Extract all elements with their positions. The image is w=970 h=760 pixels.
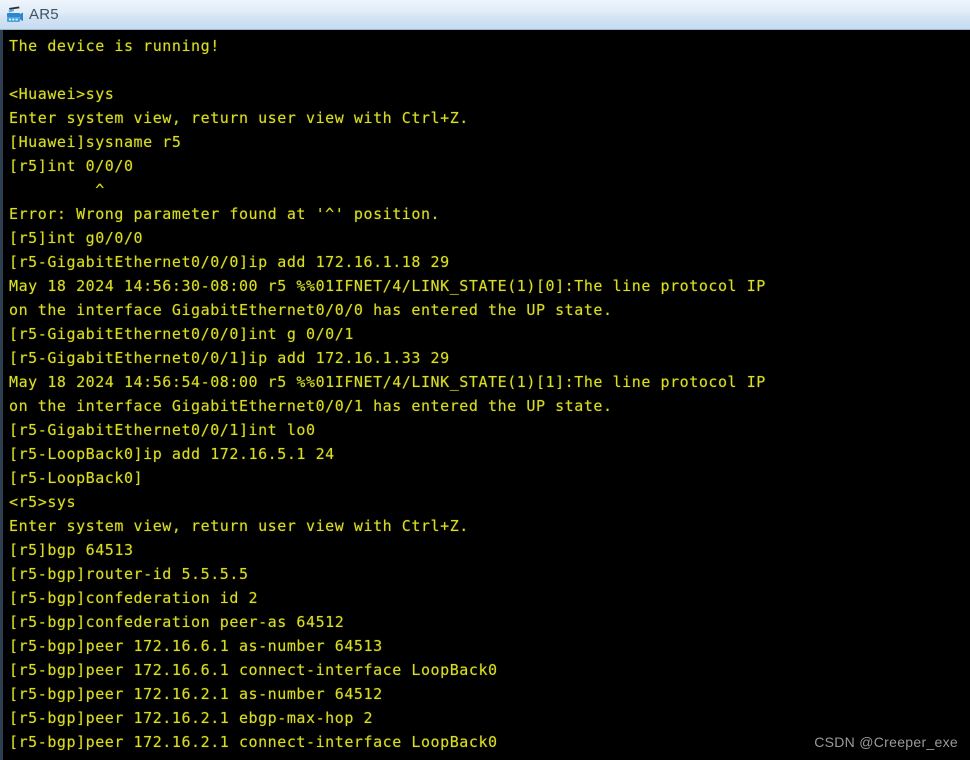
terminal-line: [r5-LoopBack0]ip add 172.16.5.1 24 <box>9 445 335 463</box>
terminal-line: <Huawei>sys <box>9 85 115 103</box>
window-titlebar: AR5 <box>0 0 970 30</box>
terminal-line: on the interface GigabitEthernet0/0/1 ha… <box>9 397 613 415</box>
terminal-line: [Huawei]sysname r5 <box>9 133 182 151</box>
ar5-console-window: AR5 The device is running! <Huawei>sys En… <box>0 0 970 760</box>
terminal-line: Enter system view, return user view with… <box>9 517 469 535</box>
terminal-line: [r5-bgp]peer 172.16.6.1 connect-interfac… <box>9 661 498 679</box>
terminal-line: [r5-bgp]confederation id 2 <box>9 589 259 607</box>
terminal-line: on the interface GigabitEthernet0/0/0 ha… <box>9 301 613 319</box>
terminal-line: [r5-GigabitEthernet0/0/1]ip add 172.16.1… <box>9 349 450 367</box>
terminal-line: [r5]int g0/0/0 <box>9 229 144 247</box>
terminal-line: [r5-bgp]peer 172.16.2.1 connect-interfac… <box>9 733 498 751</box>
terminal-line: ^ <box>9 181 105 199</box>
terminal-line: [r5-bgp]peer 172.16.2.1 as-number 64512 <box>9 685 383 703</box>
terminal-line: [r5-GigabitEthernet0/0/0]ip add 172.16.1… <box>9 253 450 271</box>
terminal-output[interactable]: The device is running! <Huawei>sys Enter … <box>3 30 970 760</box>
terminal-line: May 18 2024 14:56:30-08:00 r5 %%01IFNET/… <box>9 277 766 295</box>
terminal-line: <r5>sys <box>9 493 77 511</box>
terminal-line: The device is running! <box>9 37 220 55</box>
terminal-line: [r5-bgp]peer 172.16.6.1 as-number 64513 <box>9 637 383 655</box>
router-device-icon <box>4 4 26 26</box>
terminal-line: May 18 2024 14:56:54-08:00 r5 %%01IFNET/… <box>9 373 766 391</box>
window-title: AR5 <box>29 5 59 23</box>
terminal-line: [r5-bgp]peer 172.16.2.1 ebgp-max-hop 2 <box>9 709 374 727</box>
terminal-scroll-area[interactable]: The device is running! <Huawei>sys Enter … <box>0 30 970 760</box>
terminal-line: [r5-bgp]confederation peer-as 64512 <box>9 613 345 631</box>
terminal-line: [r5-bgp]router-id 5.5.5.5 <box>9 565 249 583</box>
terminal-line: [r5-GigabitEthernet0/0/1]int lo0 <box>9 421 316 439</box>
terminal-line: [r5-LoopBack0] <box>9 469 144 487</box>
terminal-line: Error: Wrong parameter found at '^' posi… <box>9 205 441 223</box>
terminal-line: [r5]bgp 64513 <box>9 541 134 559</box>
terminal-line: [r5-GigabitEthernet0/0/0]int g 0/0/1 <box>9 325 354 343</box>
terminal-line: Enter system view, return user view with… <box>9 109 469 127</box>
terminal-line: [r5]int 0/0/0 <box>9 157 134 175</box>
